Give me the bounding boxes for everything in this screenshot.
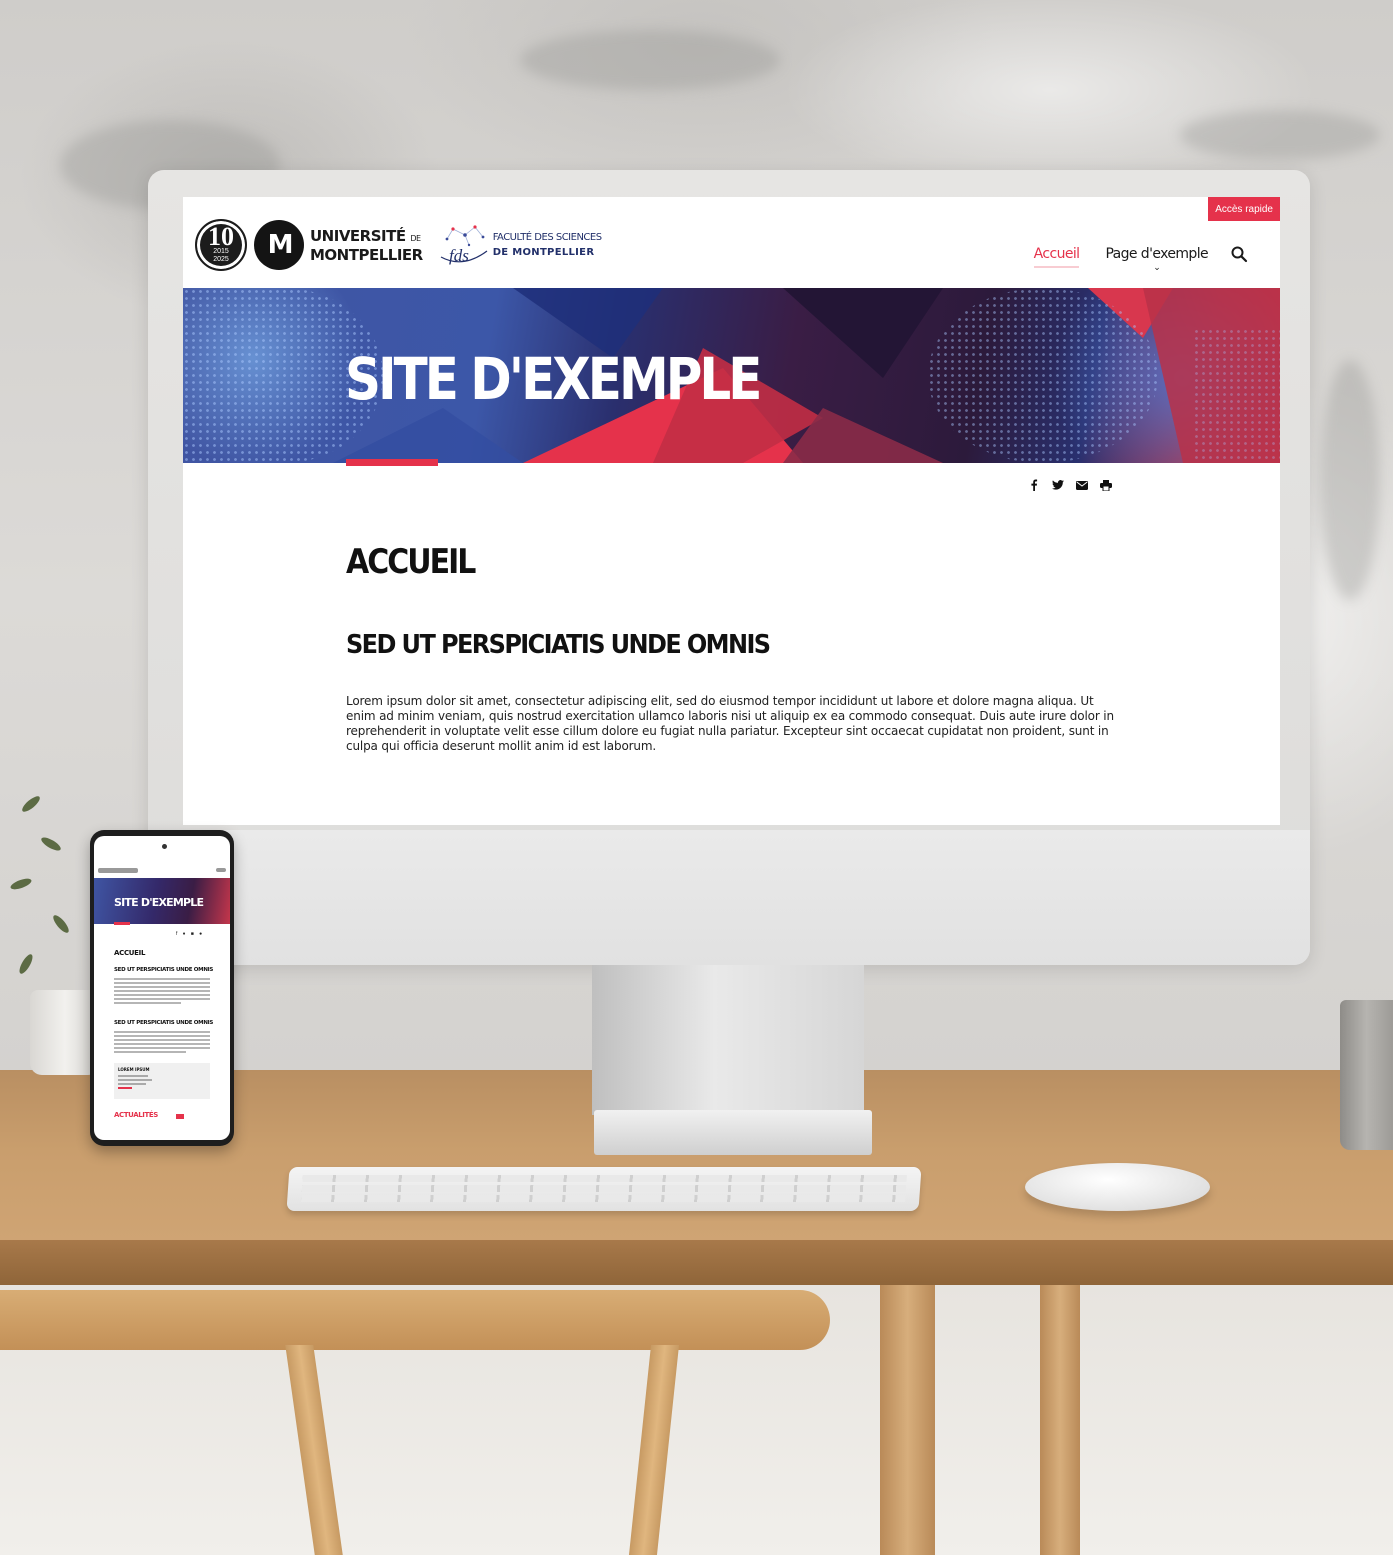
nav-item-accueil[interactable]: Accueil bbox=[1033, 246, 1080, 268]
section-title: SED UT PERSPICIATIS UNDE OMNIS bbox=[346, 629, 771, 660]
wall-shadow bbox=[520, 30, 780, 90]
phone-paragraph bbox=[114, 1031, 210, 1055]
phone-header bbox=[94, 862, 230, 878]
phone-menu-icon[interactable] bbox=[216, 868, 226, 872]
monitor-screen: Accès rapide 10 2015 2025 M UNIVERSITÉ D… bbox=[183, 197, 1280, 825]
anniversary-badge: 10 2015 2025 bbox=[195, 219, 247, 271]
phone-camera bbox=[162, 844, 167, 849]
phone-info-box: LOREM IPSUM bbox=[114, 1063, 210, 1099]
cup bbox=[1340, 1000, 1393, 1150]
faculty-name-line2: DE MONTPELLIER bbox=[492, 247, 595, 258]
phone-share-bar: f ♦ ■ ● bbox=[176, 931, 205, 937]
chevron-down-icon: ⌄ bbox=[1153, 263, 1161, 273]
smartphone: SITE D'EXEMPLE f ♦ ■ ● ACCUEIL SED UT PE… bbox=[90, 830, 234, 1146]
badge-number: 10 bbox=[208, 222, 234, 251]
twitter-icon[interactable] bbox=[1051, 478, 1065, 492]
facebook-icon[interactable] bbox=[1027, 478, 1041, 492]
faculty-name-line1: FACULTÉ DES SCIENCES bbox=[492, 232, 602, 243]
banner-dots bbox=[1193, 328, 1280, 463]
badge-years: 2015 2025 bbox=[213, 248, 229, 263]
desk-edge bbox=[0, 1240, 1393, 1285]
hero-banner: SITE D'EXEMPLE bbox=[183, 288, 1280, 463]
email-icon[interactable] bbox=[1075, 478, 1089, 492]
keyboard bbox=[286, 1167, 922, 1211]
phone-banner-title: SITE D'EXEMPLE bbox=[114, 896, 204, 909]
print-icon[interactable] bbox=[1099, 478, 1113, 492]
monitor-chin bbox=[148, 830, 1310, 965]
phone-box-title: LOREM IPSUM bbox=[118, 1067, 150, 1072]
chair-back bbox=[0, 1290, 830, 1350]
phone-section-title: SED UT PERSPICIATIS UNDE OMNIS bbox=[114, 967, 214, 973]
monitor-stand bbox=[592, 965, 864, 1115]
fds-molecule-icon: fds bbox=[439, 223, 491, 267]
wall-shadow bbox=[1180, 110, 1380, 160]
page-title: ACCUEIL bbox=[346, 543, 476, 583]
phone-accent-bar bbox=[114, 922, 130, 925]
desk-leg bbox=[1040, 1285, 1080, 1555]
search-icon[interactable] bbox=[1230, 245, 1248, 263]
desk-leg bbox=[880, 1285, 935, 1555]
wall-shadow bbox=[1320, 360, 1380, 600]
phone-news-button[interactable] bbox=[176, 1114, 184, 1119]
share-bar bbox=[1027, 478, 1113, 492]
phone-banner: SITE D'EXEMPLE bbox=[94, 878, 230, 924]
mouse bbox=[1025, 1163, 1210, 1211]
monitor-stand-foot bbox=[594, 1110, 872, 1155]
header-logos[interactable]: 10 2015 2025 M UNIVERSITÉ DE MONTPELLIER… bbox=[195, 217, 602, 273]
phone-screen: SITE D'EXEMPLE f ♦ ■ ● ACCUEIL SED UT PE… bbox=[94, 836, 230, 1140]
phone-section-title: SED UT PERSPICIATIS UNDE OMNIS bbox=[114, 1020, 214, 1026]
banner-accent-bar bbox=[346, 459, 438, 466]
university-name: UNIVERSITÉ DE MONTPELLIER bbox=[310, 226, 423, 264]
banner-title: SITE D'EXEMPLE bbox=[345, 346, 762, 413]
phone-paragraph bbox=[114, 978, 210, 1006]
banner-dots bbox=[928, 288, 1158, 463]
faculty-logo: fds FACULTÉ DES SCIENCES DE MONTPELLIER bbox=[439, 223, 602, 267]
body-paragraph: Lorem ipsum dolor sit amet, consectetur … bbox=[346, 694, 1114, 753]
um-logo-icon: M bbox=[254, 220, 304, 270]
phone-logo bbox=[98, 867, 138, 873]
main-nav: Accueil Page d'exemple ⌄ bbox=[1008, 245, 1248, 273]
quick-access-button[interactable]: Accès rapide bbox=[1208, 197, 1280, 221]
phone-page-title: ACCUEIL bbox=[114, 949, 146, 957]
nav-item-page-exemple[interactable]: Page d'exemple ⌄ bbox=[1105, 246, 1208, 273]
phone-news-title: ACTUALITÉS bbox=[114, 1111, 158, 1119]
